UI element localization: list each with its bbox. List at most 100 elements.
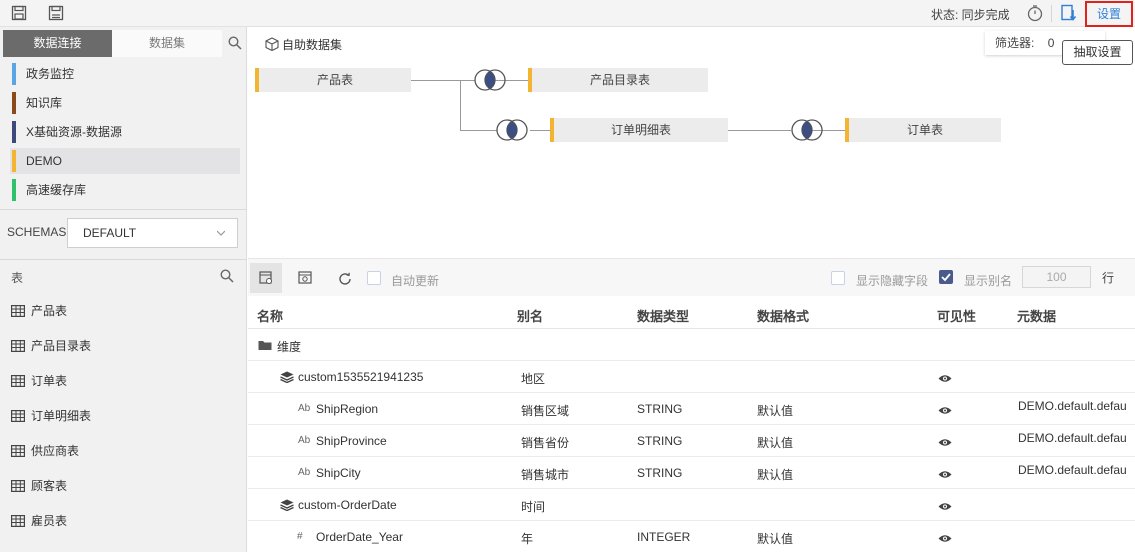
col-header-format[interactable]: 数据格式 xyxy=(757,306,809,325)
eye-icon[interactable] xyxy=(938,374,952,383)
inner-join-icon[interactable] xyxy=(789,118,825,142)
table-item[interactable]: 订单明细表 xyxy=(11,406,91,426)
col-header-metadata[interactable]: 元数据 xyxy=(1017,306,1056,325)
left-panel: 数据连接 数据集 政务监控 知识库 X基础资源-数据源 DEMO 高速缓存库 S… xyxy=(0,27,247,552)
eye-icon[interactable] xyxy=(938,502,952,511)
table-row[interactable]: Ab ShipRegion 销售区域 STRING 默认值 DEMO.defau… xyxy=(248,393,1135,425)
check-icon xyxy=(941,273,951,282)
table-search-icon[interactable] xyxy=(220,269,234,283)
tab-dataset[interactable]: 数据集 xyxy=(112,30,222,57)
filter-label: 筛选器: xyxy=(995,36,1035,50)
table-node[interactable]: 产品目录表 xyxy=(528,68,708,92)
eye-icon[interactable] xyxy=(938,438,952,447)
col-header-type[interactable]: 数据类型 xyxy=(637,306,689,325)
table-item[interactable]: 产品目录表 xyxy=(11,336,91,356)
datasource-item[interactable]: 政务监控 xyxy=(10,61,240,87)
table-node[interactable]: 订单表 xyxy=(845,118,1001,142)
left-tabs: 数据连接 数据集 xyxy=(0,27,247,59)
field-type: INTEGER xyxy=(637,530,691,544)
table-grid-icon xyxy=(11,515,25,527)
col-header-name[interactable]: 名称 xyxy=(257,306,283,325)
table-row[interactable]: # OrderDate_Year 年 INTEGER 默认值 xyxy=(248,521,1135,552)
preview-icon xyxy=(298,271,312,284)
timer-icon[interactable] xyxy=(1026,4,1044,22)
field-type: STRING xyxy=(637,434,683,448)
join-line xyxy=(508,80,528,81)
table-row[interactable]: 维度 xyxy=(248,329,1135,361)
field-view-button[interactable] xyxy=(250,263,282,293)
datasource-color-bar xyxy=(12,150,16,172)
save-as-icon[interactable] xyxy=(48,5,64,21)
datasource-color-bar xyxy=(12,63,16,85)
table-item[interactable]: 产品表 xyxy=(11,301,67,321)
field-name: ShipRegion xyxy=(316,402,379,416)
field-name: 维度 xyxy=(277,340,302,354)
field-format: 默认值 xyxy=(757,532,794,546)
cube-icon xyxy=(265,37,279,51)
divider xyxy=(0,209,247,210)
table-row[interactable]: custom1535521941235 地区 xyxy=(248,361,1135,393)
schemas-select[interactable]: DEFAULT xyxy=(67,218,238,248)
grid-header: 名称 别名 数据类型 数据格式 可见性 元数据 xyxy=(248,297,1135,329)
field-type: STRING xyxy=(637,402,683,416)
inner-join-icon[interactable] xyxy=(494,118,530,142)
table-node[interactable]: 产品表 xyxy=(255,68,411,92)
row-unit-label: 行 xyxy=(1102,271,1115,285)
join-line xyxy=(460,80,461,130)
grid-toolbar: 自动更新 显示隐藏字段 显示别名 100 行 xyxy=(248,258,1135,296)
table-item[interactable]: 顾客表 xyxy=(11,476,67,496)
search-icon[interactable] xyxy=(228,36,242,50)
inner-join-icon[interactable] xyxy=(472,68,508,92)
table-node[interactable]: 订单明细表 xyxy=(550,118,728,142)
show-hidden-checkbox[interactable] xyxy=(831,271,845,285)
table-item-label: 订单明细表 xyxy=(31,409,92,423)
auto-update-label: 自动更新 xyxy=(391,274,440,288)
chevron-down-icon xyxy=(217,230,225,236)
table-item-label: 产品目录表 xyxy=(31,339,92,353)
field-name: custom1535521941235 xyxy=(298,370,424,384)
show-hidden-label: 显示隐藏字段 xyxy=(856,274,929,288)
table-item-label: 供应商表 xyxy=(31,444,80,458)
field-format: 默认值 xyxy=(757,404,794,418)
extract-download-icon[interactable] xyxy=(1060,4,1078,22)
datasource-item-selected[interactable]: DEMO xyxy=(10,148,240,174)
field-name: custom-OrderDate xyxy=(298,498,397,512)
table-item[interactable]: 雇员表 xyxy=(11,511,67,531)
datasource-item[interactable]: X基础资源-数据源 xyxy=(10,119,240,145)
field-name: OrderDate_Year xyxy=(316,530,403,544)
refresh-button[interactable] xyxy=(328,263,360,293)
save-icon[interactable] xyxy=(11,5,27,21)
settings-button[interactable]: 设置 xyxy=(1085,1,1133,27)
join-line xyxy=(826,130,846,131)
eye-icon[interactable] xyxy=(938,406,952,415)
table-row[interactable]: Ab ShipProvince 销售省份 STRING 默认值 DEMO.def… xyxy=(248,425,1135,457)
tables-label: 表 xyxy=(11,271,24,285)
datasource-color-bar xyxy=(12,92,16,114)
tab-data-connection[interactable]: 数据连接 xyxy=(3,30,112,57)
field-alias: 时间 xyxy=(521,500,546,514)
datasource-item[interactable]: 高速缓存库 xyxy=(10,177,240,203)
eye-icon[interactable] xyxy=(938,534,952,543)
preview-button[interactable] xyxy=(289,263,321,293)
field-format: 默认值 xyxy=(757,436,794,450)
text-field-icon: Ab xyxy=(298,403,311,414)
col-header-alias[interactable]: 别名 xyxy=(517,306,543,325)
join-line xyxy=(460,130,498,131)
table-grid-icon xyxy=(11,305,25,317)
table-item-label: 顾客表 xyxy=(31,479,68,493)
table-item[interactable]: 供应商表 xyxy=(11,441,79,461)
datasource-label: 高速缓存库 xyxy=(26,183,87,197)
table-row[interactable]: custom-OrderDate 时间 xyxy=(248,489,1135,521)
field-grid: 名称 别名 数据类型 数据格式 可见性 元数据 维度 custom1535521… xyxy=(248,297,1135,552)
field-metadata: DEMO.default.defau xyxy=(1018,431,1127,445)
eye-icon[interactable] xyxy=(938,470,952,479)
datasource-label: 政务监控 xyxy=(26,67,75,81)
col-header-visibility[interactable]: 可见性 xyxy=(937,306,976,325)
table-row[interactable]: Ab ShipCity 销售城市 STRING 默认值 DEMO.default… xyxy=(248,457,1135,489)
table-grid-icon xyxy=(11,410,25,422)
row-limit-input[interactable]: 100 xyxy=(1022,266,1091,288)
show-alias-checkbox[interactable] xyxy=(939,270,953,284)
auto-update-checkbox[interactable] xyxy=(367,271,381,285)
datasource-item[interactable]: 知识库 xyxy=(10,90,240,116)
table-item[interactable]: 订单表 xyxy=(11,371,67,391)
